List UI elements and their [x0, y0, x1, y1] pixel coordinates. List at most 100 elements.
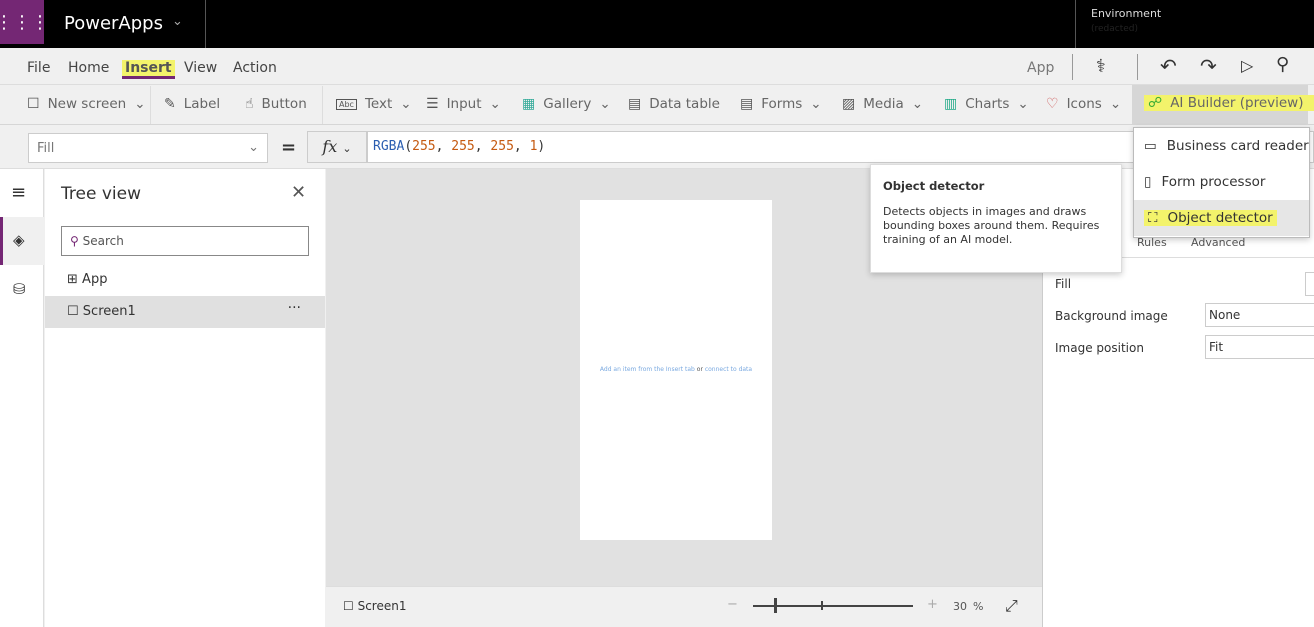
pencil-icon: ✎ [164, 96, 176, 112]
property-value: Fill [37, 141, 55, 156]
database-icon[interactable]: ⛁ [13, 280, 26, 298]
menu-view[interactable]: View [184, 60, 217, 76]
menu-file[interactable]: File [27, 60, 50, 76]
image-icon: ▨ [842, 96, 856, 112]
connect-data-link[interactable]: connect to data [705, 366, 752, 373]
ai-builder-icon: ☍ [1148, 95, 1163, 111]
stethoscope-icon[interactable]: ⚕ [1096, 56, 1106, 77]
label: Gallery [543, 96, 592, 112]
tree-item-app[interactable]: ⊞ App [67, 272, 107, 287]
forms-icon: ▤ [740, 96, 754, 112]
icons-button[interactable]: ♡ Icons ⌄ [1046, 96, 1121, 112]
divider [1075, 0, 1076, 48]
label: Screen1 [82, 304, 136, 319]
play-icon[interactable]: ▷ [1241, 56, 1253, 75]
zoom-value: 30 [953, 600, 967, 613]
label: New screen [47, 96, 127, 112]
ai-builder-dropdown: ▭ Business card reader ▯ Form processor ⛶ O… [1133, 127, 1310, 238]
tooltip: Object detector Detects objects in image… [870, 164, 1122, 273]
formula-function: RGBA [373, 139, 405, 154]
label: Label [183, 96, 221, 112]
new-screen-icon: ☐ [27, 96, 40, 112]
forms-button[interactable]: ▤ Forms ⌄ [740, 96, 822, 112]
image-position-label: Image position [1055, 341, 1144, 355]
label: Screen1 [357, 599, 407, 613]
new-screen-button[interactable]: ☐ New screen ⌄ [27, 96, 146, 112]
label: Icons [1066, 96, 1102, 112]
insert-tab-link[interactable]: Add an item from the Insert tab [600, 366, 695, 373]
property-dropdown[interactable]: Fill ⌄ [28, 133, 268, 163]
tooltip-body: Detects objects in images and draws boun… [883, 205, 1100, 246]
more-options-icon[interactable]: ··· [288, 300, 301, 316]
text-button[interactable]: Abc Text ⌄ [336, 96, 412, 112]
fullscreen-icon[interactable]: ⤢ [1005, 596, 1018, 616]
arg: 255 [451, 139, 475, 154]
menu-item-object-detector[interactable]: ⛶ Object detector [1134, 200, 1309, 236]
data-table-button[interactable]: ▤ Data table [628, 96, 720, 112]
layers-icon[interactable]: ◈ [13, 231, 25, 249]
app-launcher-icon[interactable]: ⋮⋮⋮ [0, 0, 49, 44]
fx-icon: fx [322, 137, 338, 156]
sliders-icon: ☰ [426, 96, 439, 112]
image-position-select[interactable]: Fit [1205, 335, 1314, 359]
bounding-box-icon: ⛶ [1148, 210, 1158, 226]
screen-preview[interactable]: Add an item from the Insert tab or conne… [580, 200, 772, 540]
environment-value[interactable]: (redacted) [1091, 24, 1138, 34]
label: Charts [965, 96, 1010, 112]
redo-icon[interactable]: ↷ [1200, 54, 1217, 78]
hamburger-icon[interactable]: ≡ [11, 182, 26, 203]
share-user-icon[interactable]: ⚲ [1276, 54, 1289, 75]
search-input[interactable]: ⚲ Search [61, 226, 309, 256]
ai-builder-button[interactable]: ☍AI Builder (preview)⌄ [1144, 95, 1314, 111]
fill-label: Fill [1055, 277, 1072, 291]
menu-action[interactable]: Action [233, 60, 277, 76]
document-icon: ▯ [1144, 174, 1152, 190]
zoom-unit: % [973, 600, 984, 613]
label: Data table [649, 96, 720, 112]
arg: 1 [529, 139, 538, 154]
media-button[interactable]: ▨ Media ⌄ [842, 96, 923, 112]
background-image-select[interactable]: None [1205, 303, 1314, 327]
screen-icon: ☐ [343, 599, 354, 613]
tooltip-title: Object detector [883, 179, 985, 193]
search-placeholder: Search [82, 234, 124, 248]
environment-label: Environment [1091, 7, 1162, 20]
icons-icon: ♡ [1046, 96, 1059, 112]
input-button[interactable]: ☰ Input ⌄ [426, 96, 501, 112]
arg: 255 [412, 139, 436, 154]
zoom-slider[interactable] [753, 605, 913, 607]
table-icon: ▤ [628, 96, 642, 112]
zoom-in-button[interactable]: + [927, 597, 938, 612]
charts-button[interactable]: ▥ Charts ⌄ [944, 96, 1029, 112]
tree-item-screen1[interactable]: ☐ Screen1 ··· [45, 296, 325, 328]
zoom-slider-thumb[interactable] [774, 598, 777, 613]
text-icon: Abc [336, 98, 357, 110]
pointer-icon: ☝ [245, 96, 254, 112]
label: App [82, 272, 108, 287]
fill-color-picker[interactable] [1305, 272, 1314, 296]
menu-item-business-card-reader[interactable]: ▭ Business card reader [1134, 128, 1309, 164]
close-icon[interactable]: ✕ [291, 182, 306, 203]
label: Forms [761, 96, 803, 112]
undo-icon[interactable]: ↶ [1160, 54, 1177, 78]
search-icon: ⚲ [70, 234, 79, 248]
app-name[interactable]: PowerApps [64, 13, 163, 34]
label: Media [863, 96, 904, 112]
chevron-down-icon[interactable]: ⌄ [172, 14, 183, 29]
arg: 255 [490, 139, 514, 154]
menu-insert[interactable]: Insert [122, 60, 175, 79]
menu-home[interactable]: Home [68, 60, 109, 76]
label-button[interactable]: ✎ Label [164, 96, 220, 112]
screen-selector[interactable]: ☐ Screen1 [343, 599, 406, 613]
zoom-out-button[interactable]: − [727, 597, 738, 612]
label: Business card reader [1166, 138, 1309, 154]
divider [205, 0, 206, 48]
gallery-button[interactable]: ▦ Gallery ⌄ [522, 96, 611, 112]
label: Form processor [1161, 174, 1266, 190]
or-text: or [694, 366, 705, 373]
menu-item-form-processor[interactable]: ▯ Form processor [1134, 164, 1309, 200]
screen-icon: ☐ [67, 304, 79, 319]
button-button[interactable]: ☝ Button [245, 96, 307, 112]
app-button[interactable]: App [1027, 60, 1054, 76]
fx-button[interactable]: fx ⌄ [307, 131, 367, 163]
